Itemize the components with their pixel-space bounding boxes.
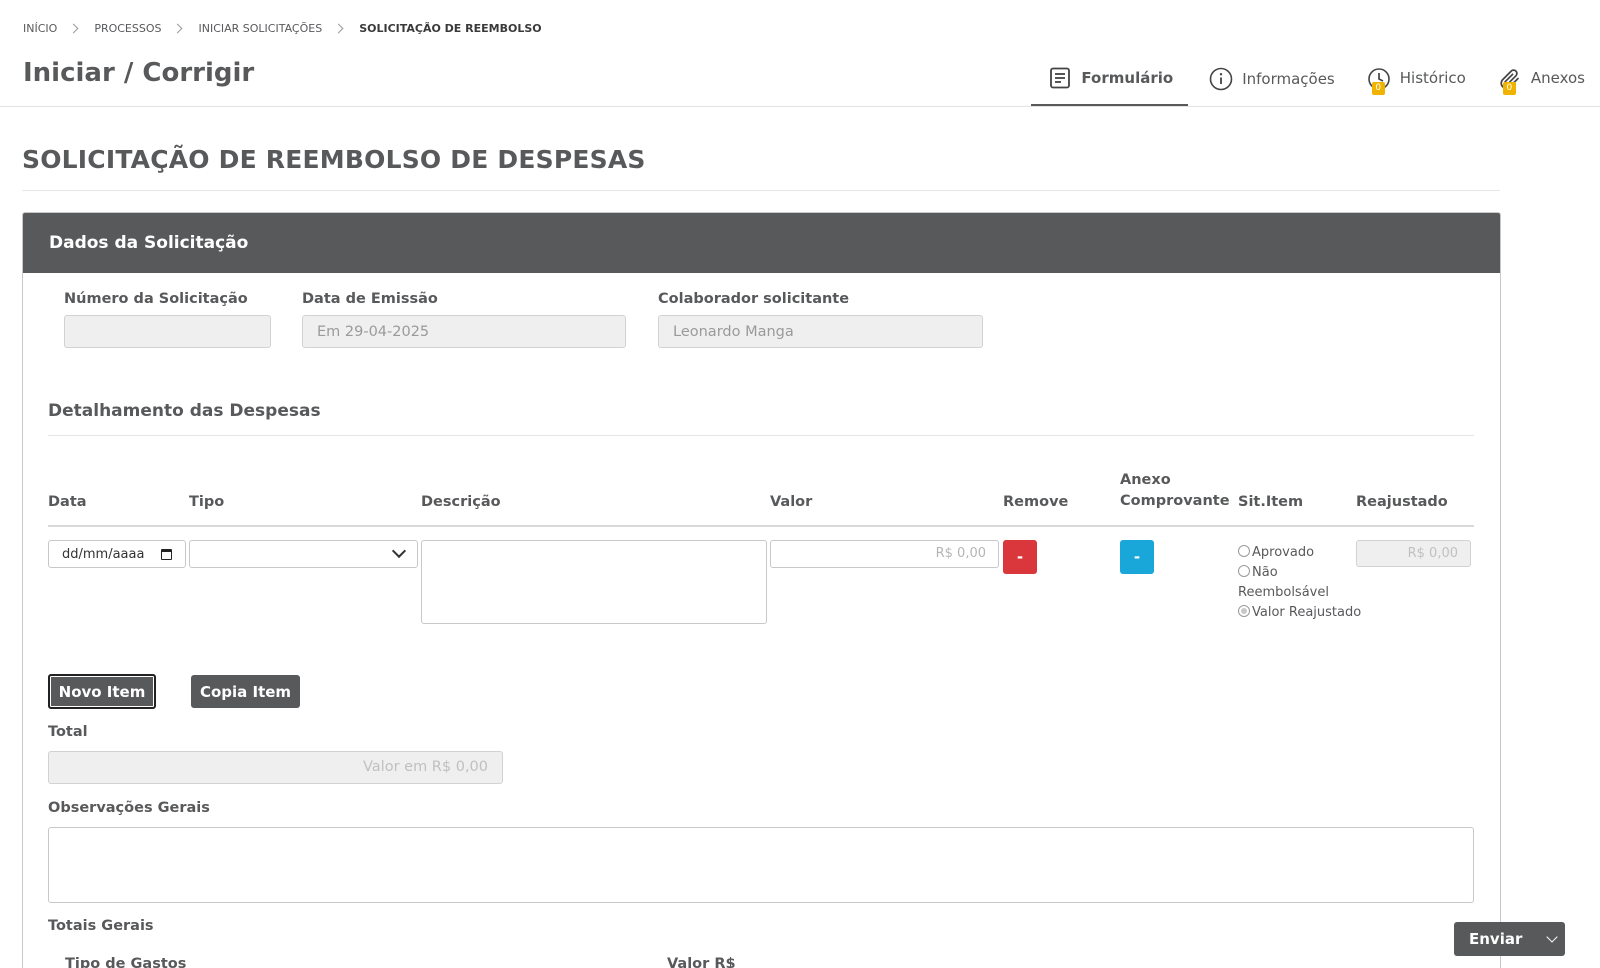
page-title: Iniciar / Corrigir <box>23 58 255 88</box>
chevron-right-icon <box>333 23 344 34</box>
radio-label: Não Reembolsável <box>1238 565 1329 600</box>
breadcrumb-item-iniciar-solicitacoes[interactable]: INICIAR SOLICITAÇÕES <box>198 22 322 35</box>
column-header-tipo-gastos: Tipo de Gastos <box>65 956 187 968</box>
tab-historico[interactable]: 0 Histórico <box>1350 52 1481 106</box>
column-header-data: Data <box>48 494 87 510</box>
column-header-remove: Remove <box>1003 494 1069 510</box>
panel-header: Dados da Solicitação <box>23 213 1500 273</box>
colaborador-label: Colaborador solicitante <box>658 291 850 307</box>
column-header-tipo: Tipo <box>189 494 225 510</box>
totais-gerais-label: Totais Gerais <box>48 918 154 934</box>
radio-label: Valor Reajustado <box>1252 605 1362 620</box>
table-header-divider <box>48 525 1474 527</box>
detalhamento-title: Detalhamento das Despesas <box>48 401 321 421</box>
reajustado-input[interactable]: R$ 0,00 <box>1356 540 1471 567</box>
radio-aprovado[interactable]: Aprovado <box>1238 543 1366 563</box>
chevron-down-icon[interactable] <box>1546 930 1558 943</box>
radio-button[interactable] <box>1238 565 1250 577</box>
column-header-reajustado: Reajustado <box>1356 494 1448 510</box>
total-field[interactable]: Valor em R$ 0,00 <box>48 751 503 784</box>
data-emissao-label: Data de Emissão <box>302 291 438 307</box>
tab-label: Formulário <box>1081 69 1174 87</box>
calendar-icon[interactable] <box>161 549 172 560</box>
anexos-count-badge: 0 <box>1502 82 1516 95</box>
column-header-sit-item: Sit.Item <box>1238 494 1304 510</box>
divider <box>48 435 1474 436</box>
tab-formulario[interactable]: Formulário <box>1031 52 1189 106</box>
divider <box>22 190 1500 191</box>
tab-label: Anexos <box>1530 68 1585 87</box>
tab-bar: Formulário Informações 0 Histórico 0 Ane… <box>1031 52 1600 106</box>
attach-receipt-button[interactable]: - <box>1120 540 1154 574</box>
column-header-valor: Valor <box>770 494 813 510</box>
remove-item-button[interactable]: - <box>1003 540 1037 574</box>
enviar-label: Enviar <box>1469 930 1523 948</box>
radio-valor-reajustado[interactable]: Valor Reajustado <box>1238 603 1366 623</box>
sit-item-radio-group: Aprovado Não Reembolsável Valor Reajusta… <box>1238 543 1366 623</box>
expense-type-select[interactable] <box>189 540 418 568</box>
column-header-descricao: Descrição <box>421 494 501 510</box>
tab-label: Informações <box>1242 70 1335 88</box>
data-emissao-field[interactable]: Em 29-04-2025 <box>302 315 626 348</box>
expense-value-input[interactable]: R$ 0,00 <box>770 540 999 568</box>
historico-count-badge: 0 <box>1371 82 1385 95</box>
chevron-down-icon <box>391 543 407 559</box>
expense-date-input[interactable]: dd/mm/aaaa <box>48 540 186 568</box>
breadcrumb-current: SOLICITAÇÃO DE REEMBOLSO <box>359 22 542 35</box>
chevron-right-icon <box>68 23 79 34</box>
tab-label: Histórico <box>1399 68 1466 87</box>
header-divider <box>0 106 1600 107</box>
form-title: SOLICITAÇÃO DE REEMBOLSO DE DESPESAS <box>22 145 646 174</box>
tab-informacoes[interactable]: Informações <box>1192 52 1350 106</box>
tab-anexos[interactable]: 0 Anexos <box>1481 52 1600 106</box>
breadcrumb-item-processos[interactable]: PROCESSOS <box>94 22 161 35</box>
observacoes-textarea[interactable] <box>48 827 1474 903</box>
numero-solicitacao-label: Número da Solicitação <box>64 291 248 307</box>
copia-item-button[interactable]: Copia Item <box>191 675 300 708</box>
enviar-button[interactable]: Enviar <box>1454 922 1565 956</box>
form-icon <box>1048 66 1072 90</box>
novo-item-button[interactable]: Novo Item <box>48 674 156 709</box>
column-header-anexo-line2: Comprovante <box>1120 493 1230 509</box>
chevron-right-icon <box>173 23 183 34</box>
radio-button[interactable] <box>1238 545 1250 557</box>
breadcrumb: INÍCIO PROCESSOS INICIAR SOLICITAÇÕES SO… <box>23 22 542 35</box>
observacoes-label: Observações Gerais <box>48 800 210 816</box>
breadcrumb-item-inicio[interactable]: INÍCIO <box>23 22 57 35</box>
colaborador-field[interactable]: Leonardo Manga <box>658 315 983 348</box>
column-header-anexo-line1: Anexo <box>1120 472 1171 488</box>
radio-button[interactable] <box>1238 605 1250 617</box>
column-header-valor-rs: Valor R$ <box>667 956 736 968</box>
total-label: Total <box>48 724 88 740</box>
info-icon <box>1209 67 1233 91</box>
expense-description-textarea[interactable] <box>421 540 767 624</box>
date-placeholder: dd/mm/aaaa <box>62 546 145 562</box>
numero-solicitacao-field[interactable] <box>64 315 271 348</box>
column-header-anexo: Anexo Comprovante <box>1120 470 1230 512</box>
radio-label: Aprovado <box>1252 545 1315 560</box>
radio-nao-reembolsavel[interactable]: Não Reembolsável <box>1238 563 1366 603</box>
